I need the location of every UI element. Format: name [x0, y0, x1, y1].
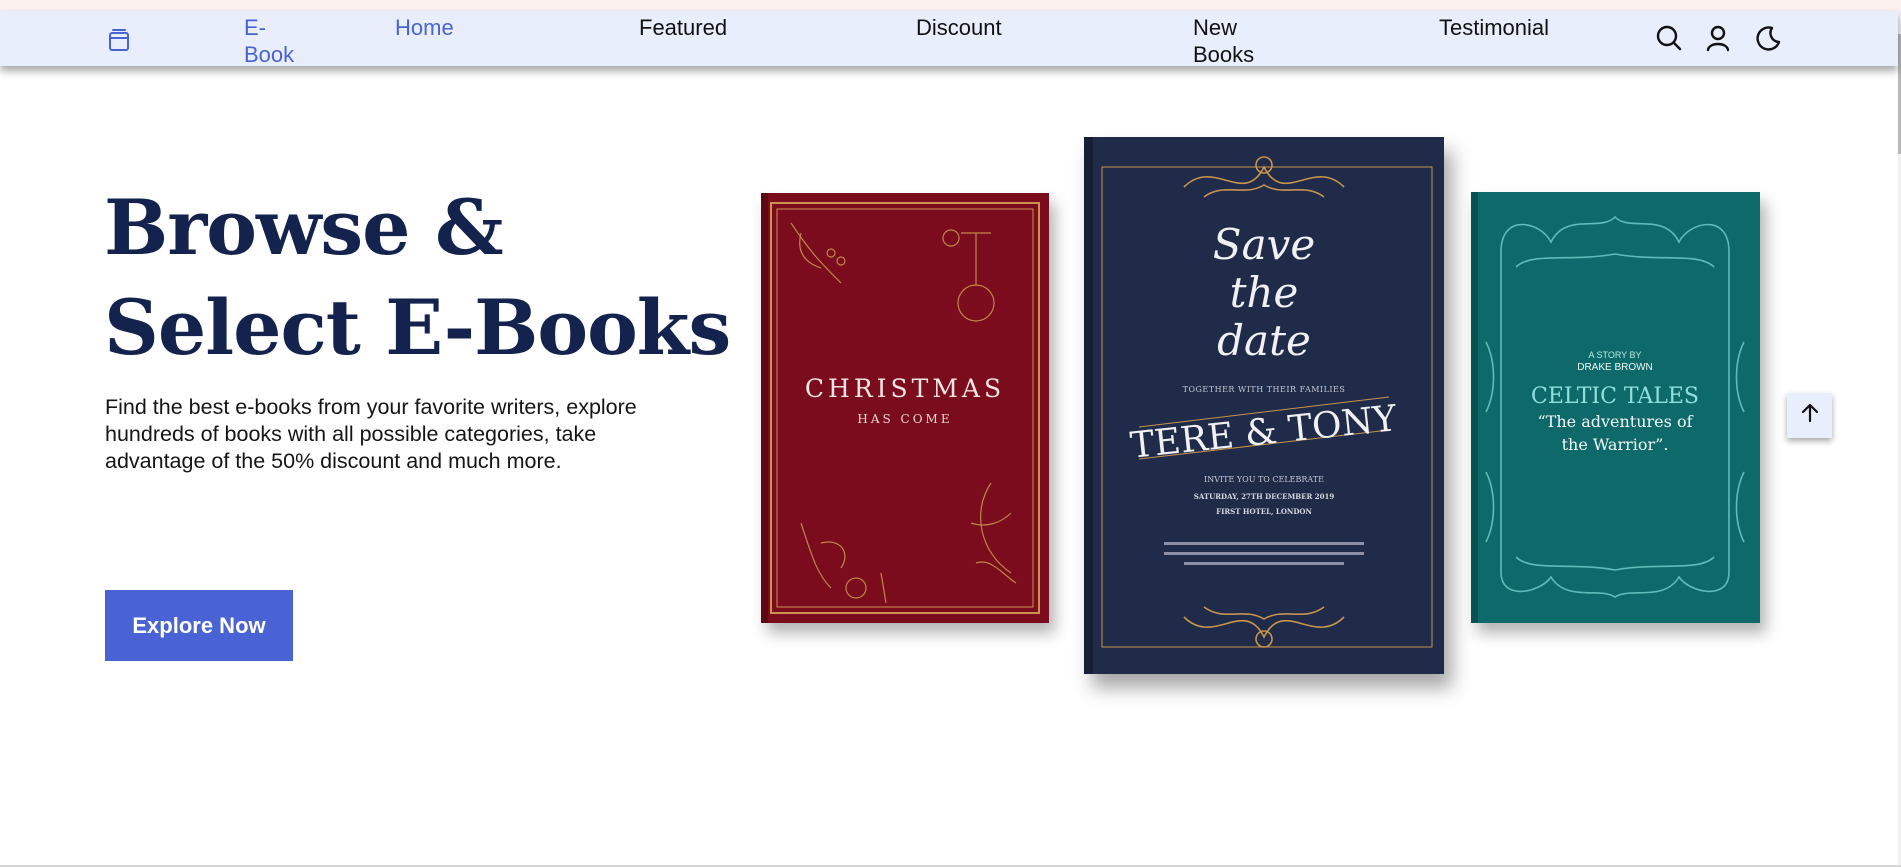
book-save-script-1: Save	[1213, 220, 1315, 269]
book-tere-pre: TOGETHER WITH THEIR FAMILIES	[1183, 385, 1346, 394]
book-celtic-author: DRAKE BROWN	[1577, 362, 1653, 373]
book-cover-celtic-tales[interactable]: A STORY BY DRAKE BROWN CELTIC TALES “The…	[1471, 192, 1760, 623]
nav-home[interactable]: Home	[395, 14, 454, 41]
search-icon[interactable]	[1654, 23, 1684, 53]
book-christmas-subtitle: HAS COME	[857, 412, 952, 426]
explore-now-button[interactable]: Explore Now	[105, 590, 293, 661]
site-header: E-Book Home Featured Discount New Books …	[0, 11, 1898, 68]
user-icon[interactable]	[1703, 23, 1733, 53]
logo-text[interactable]: E-Book	[244, 14, 304, 68]
hero-title: Browse & Select E-Books	[104, 178, 731, 378]
book-tere-invite: INVITE YOU TO CELEBRATE	[1204, 475, 1324, 484]
hero-description: Find the best e-books from your favorite…	[105, 395, 637, 473]
book-cover-christmas[interactable]: CHRISTMAS HAS COME	[761, 193, 1049, 623]
moon-icon[interactable]	[1753, 23, 1783, 53]
book-celtic-title: CELTIC TALES	[1531, 384, 1699, 409]
nav-testimonial[interactable]: Testimonial	[1439, 14, 1549, 41]
arrow-up-icon	[1798, 401, 1822, 430]
nav-discount[interactable]: Discount	[916, 14, 1002, 41]
book-tere-date: SATURDAY, 27TH DECEMBER 2019	[1194, 492, 1335, 501]
book-save-script-2: the	[1230, 268, 1299, 317]
book-celtic-tagline-2: the Warrior”.	[1562, 435, 1669, 454]
book-celtic-tagline-1: “The adventures of	[1537, 412, 1693, 431]
book-christmas-title: CHRISTMAS	[805, 374, 1005, 403]
top-strip	[0, 0, 1901, 11]
book-cover-tere-tony[interactable]: Save the date TOGETHER WITH THEIR FAMILI…	[1084, 137, 1444, 674]
book-tere-venue: FIRST HOTEL, LONDON	[1216, 507, 1312, 516]
nav-featured[interactable]: Featured	[639, 14, 727, 41]
nav-new-books[interactable]: New Books	[1193, 14, 1283, 68]
book-icon[interactable]	[106, 27, 132, 53]
scroll-to-top-button[interactable]	[1787, 393, 1832, 438]
hero-title-line-1: Browse &	[104, 183, 504, 272]
hero-title-line-2: Select E-Books	[104, 283, 731, 372]
book-celtic-kicker: A STORY BY	[1588, 350, 1641, 360]
book-save-script-3: date	[1217, 316, 1311, 365]
